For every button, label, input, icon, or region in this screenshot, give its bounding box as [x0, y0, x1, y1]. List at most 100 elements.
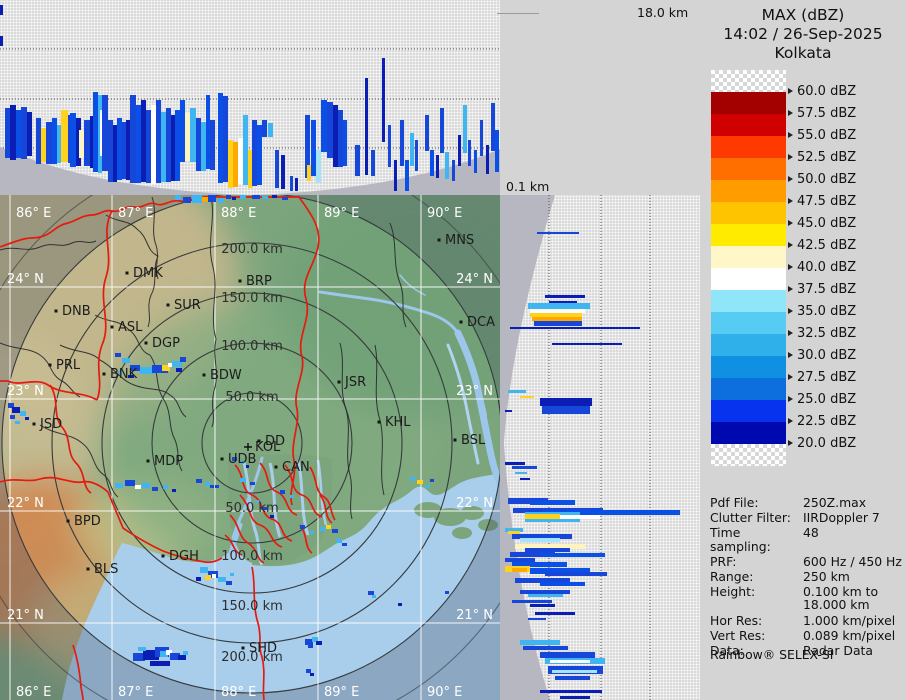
echo-cell — [218, 577, 226, 582]
echo-streak — [505, 410, 512, 412]
latitude-label: 24° N — [7, 272, 44, 287]
scale-label: 55.0 dBZ — [788, 128, 856, 143]
echo-bar — [102, 95, 108, 171]
echo-bar — [238, 138, 243, 184]
dbz-color-scale — [711, 70, 786, 466]
city-label: JSR — [344, 375, 366, 390]
echo-bar — [190, 108, 196, 162]
scale-band — [711, 202, 786, 224]
echo-bar — [146, 110, 151, 183]
info-value: 600 Hz / 450 Hz — [803, 553, 902, 569]
echo-cell — [210, 485, 214, 488]
echo-bar — [452, 160, 455, 181]
echo-bar — [268, 123, 273, 137]
echo-bar — [440, 108, 444, 153]
echo-streak — [525, 548, 570, 552]
longitude-label: 88° E — [221, 206, 256, 221]
longitude-label: 90° E — [427, 685, 462, 700]
echo-bar — [156, 100, 161, 183]
scale-label-text: 45.0 dBZ — [797, 215, 857, 231]
scale-band — [711, 158, 786, 180]
scale-label: 25.0 dBZ — [788, 392, 856, 407]
info-label: Clutter Filter: — [710, 510, 791, 526]
echo-cell — [192, 195, 202, 203]
info-label: Range: — [710, 569, 754, 585]
city-label: DGH — [169, 549, 199, 564]
echo-bar — [27, 112, 32, 156]
product-info-table: Pdf File: 250Z.max Clutter Filter: IIRDoppl… — [710, 496, 904, 659]
info-row: Pdf File: 250Z.max — [710, 496, 904, 509]
city-dot — [48, 363, 52, 367]
beam-blind-wedge — [500, 195, 555, 700]
echo-cell — [320, 527, 326, 531]
city-dot — [86, 567, 90, 571]
echo-cell — [183, 651, 188, 655]
echo-bar — [463, 105, 467, 153]
echo-streak — [512, 568, 527, 572]
echo-bar — [185, 113, 190, 161]
echo-bar — [415, 140, 418, 171]
city-label: BRP — [246, 274, 272, 289]
scale-band — [711, 136, 786, 158]
echo-streak — [512, 466, 537, 469]
tick-arrow-icon — [788, 110, 793, 116]
echo-bar — [480, 120, 483, 156]
echo-cell — [226, 195, 231, 199]
scale-label: 27.5 dBZ — [788, 370, 856, 385]
info-value: 1.000 km/pixel — [803, 612, 896, 628]
echo-bar — [5, 108, 10, 158]
echo-bar — [327, 102, 333, 158]
echo-bar — [382, 58, 385, 142]
city-dot — [32, 422, 36, 426]
echo-streak — [520, 396, 534, 398]
echo-bar — [311, 120, 316, 176]
scale-label-text: 40.0 dBZ — [797, 259, 857, 275]
echo-cell — [15, 421, 20, 424]
echo-cell — [306, 669, 311, 673]
echo-cell — [226, 581, 232, 585]
latitude-label: 22° N — [456, 496, 493, 511]
top-height-profile-panel — [0, 0, 500, 195]
echo-streak — [508, 531, 520, 534]
echo-bar — [321, 100, 327, 152]
echo-bar — [405, 160, 409, 191]
echo-streak — [530, 604, 555, 607]
echo-cell — [308, 645, 313, 648]
city-label: BDW — [210, 368, 242, 383]
latitude-label: 23° N — [7, 384, 44, 399]
scale-band — [711, 268, 786, 290]
city-dot — [453, 438, 457, 442]
city-label: JSD — [39, 417, 62, 432]
echo-streak — [505, 462, 525, 465]
echo-cell — [205, 482, 210, 486]
echo-cell — [417, 480, 423, 484]
echo-bar — [10, 105, 16, 160]
range-ring-label: 100.0 km — [221, 549, 283, 564]
min-height-axis-label: 0.1 km — [506, 179, 550, 194]
echo-bar — [70, 113, 76, 167]
longitude-label: 86° E — [16, 685, 51, 700]
scale-band — [711, 400, 786, 422]
tick-arrow-icon — [788, 198, 793, 204]
city-label: CAN — [282, 460, 310, 475]
radar-site-label: KOL — [255, 440, 281, 455]
echo-bar — [206, 95, 210, 169]
echo-cell — [262, 196, 268, 199]
top-profile-plot — [0, 5, 500, 195]
city-dot — [146, 459, 150, 463]
tick-arrow-icon — [788, 264, 793, 270]
echo-streak — [505, 558, 535, 562]
echo-cell — [232, 197, 236, 200]
scale-label-text: 47.5 dBZ — [797, 193, 857, 209]
city-dot — [66, 519, 70, 523]
scale-band — [711, 422, 786, 444]
info-value: 0.100 km to 18.000 km — [803, 584, 879, 613]
echo-bar — [126, 120, 130, 180]
info-label: Hor Res: — [710, 612, 763, 628]
range-ring-label: 50.0 km — [225, 390, 278, 405]
echo-streak — [528, 594, 563, 597]
echo-bar — [36, 118, 41, 164]
scale-label: 60.0 dBZ — [788, 84, 856, 99]
echo-bar — [474, 150, 477, 173]
echo-streak — [520, 538, 560, 542]
